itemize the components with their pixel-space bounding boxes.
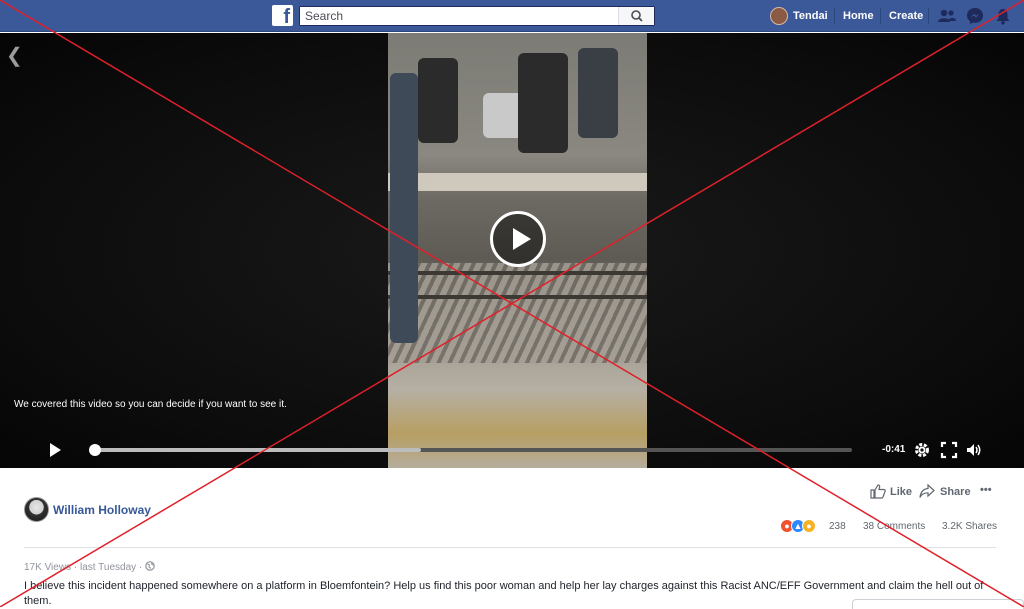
video-controls: -0:41 — [0, 433, 1024, 468]
back-arrow-icon[interactable]: ❮ — [6, 43, 23, 68]
friends-icon[interactable] — [937, 8, 957, 24]
bystander-figure — [483, 93, 523, 138]
search-button[interactable] — [618, 7, 654, 25]
play-overlay-button[interactable] — [490, 211, 546, 267]
platform-edge — [388, 173, 647, 191]
comments-count[interactable]: 38 Comments — [863, 521, 925, 532]
user-avatar[interactable] — [770, 7, 788, 25]
like-button[interactable]: Like — [890, 486, 912, 498]
profile-link[interactable]: Tendai — [793, 6, 828, 26]
post-time[interactable]: last Tuesday — [80, 562, 136, 573]
rail-gravel — [388, 263, 647, 363]
video-player[interactable]: ❮ We covered this video so you can decid… — [0, 33, 1024, 468]
nav-divider — [928, 8, 929, 24]
messenger-icon[interactable] — [966, 7, 984, 25]
meta-separator: · — [138, 562, 143, 573]
meta-separator: · — [73, 562, 78, 573]
rail — [388, 271, 647, 275]
shares-count[interactable]: 3.2K Shares — [942, 521, 997, 532]
author-avatar[interactable] — [24, 497, 49, 522]
bystander-figure — [418, 58, 458, 143]
search-box — [299, 6, 655, 26]
notifications-icon[interactable] — [995, 7, 1011, 25]
globe-icon[interactable] — [145, 561, 155, 571]
reaction-count[interactable]: 238 — [829, 521, 846, 532]
buffered-bar — [95, 448, 421, 452]
nav-divider — [834, 8, 835, 24]
nav-divider — [880, 8, 881, 24]
share-button[interactable]: Share — [940, 486, 971, 498]
rail — [388, 295, 647, 299]
author-name[interactable]: William Holloway — [53, 503, 151, 517]
share-icon — [919, 484, 935, 498]
chat-tab[interactable] — [852, 599, 1024, 609]
post-text: I believe this incident happened somewhe… — [24, 580, 984, 607]
search-icon — [631, 10, 643, 22]
time-remaining: -0:41 — [882, 444, 906, 455]
more-options-button[interactable]: ••• — [980, 484, 992, 496]
like-icon — [870, 484, 886, 499]
fullscreen-icon[interactable] — [940, 441, 958, 459]
top-navigation-bar: f Tendai Home Create — [0, 0, 1024, 32]
settings-gear-icon[interactable] — [913, 441, 931, 459]
sad-reaction-icon: ● — [802, 519, 816, 533]
bystander-figure — [578, 48, 618, 138]
create-link[interactable]: Create — [889, 6, 923, 26]
views-count: 17K Views — [24, 562, 72, 573]
search-input[interactable] — [300, 7, 620, 25]
play-button[interactable] — [50, 443, 61, 457]
post-card: William Holloway Like Share ••• ● ▲ ● 23… — [0, 468, 1024, 607]
post-meta: 17K Views · last Tuesday · — [24, 561, 155, 573]
bystander-figure — [518, 53, 568, 153]
section-divider — [24, 547, 996, 548]
facebook-logo[interactable]: f — [272, 5, 293, 26]
progress-handle[interactable] — [89, 444, 101, 456]
progress-track[interactable] — [95, 448, 852, 452]
home-link[interactable]: Home — [843, 6, 874, 26]
bystander-figure — [390, 73, 418, 343]
volume-icon[interactable] — [965, 441, 983, 459]
covered-video-notice: We covered this video so you can decide … — [14, 399, 287, 410]
